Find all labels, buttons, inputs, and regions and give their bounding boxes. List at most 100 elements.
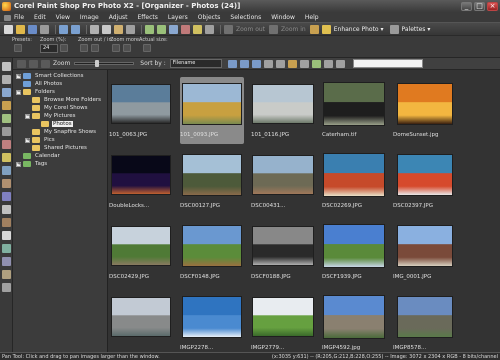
photo-thumbnail[interactable]: IMGP4592.jpg — [322, 290, 386, 352]
save-icon[interactable] — [28, 24, 37, 34]
red-eye-icon[interactable] — [181, 24, 190, 34]
enhance-photo-dropdown[interactable]: Enhance Photo ▾ — [334, 26, 384, 33]
photo-image[interactable] — [111, 84, 171, 124]
pan-tool-icon[interactable] — [2, 62, 11, 71]
nav-item[interactable]: Browse More Folders — [25, 96, 102, 104]
photo-thumbnail[interactable] — [109, 290, 173, 352]
warp-tool-icon[interactable] — [2, 270, 11, 279]
photo-image[interactable] — [397, 296, 453, 338]
nav-item[interactable]: + Pics — [25, 136, 56, 144]
nav-item[interactable]: Photos — [34, 120, 73, 128]
tree-expander-icon[interactable]: + — [16, 73, 21, 79]
photo-image[interactable] — [182, 83, 242, 125]
photo-thumbnail[interactable]: DSCF0148.JPG — [180, 219, 244, 286]
photo-image[interactable] — [397, 154, 453, 196]
pen-tool-icon[interactable] — [2, 257, 11, 266]
crop-icon[interactable] — [145, 24, 154, 34]
crop-tool-icon[interactable] — [2, 114, 11, 123]
photo-image[interactable] — [323, 295, 385, 339]
nav-item[interactable]: − My Pictures — [25, 112, 77, 120]
copy-icon[interactable] — [102, 24, 111, 34]
photo-image[interactable] — [252, 226, 314, 266]
makeover-tool-icon[interactable] — [2, 153, 11, 162]
photo-image[interactable] — [182, 225, 242, 267]
delete-icon[interactable] — [126, 24, 135, 34]
clone-tool-icon[interactable] — [2, 166, 11, 175]
photo-thumbnail[interactable]: IMG_0001.JPG — [393, 219, 457, 286]
cut-icon[interactable] — [90, 24, 99, 34]
menu-file[interactable]: File — [3, 14, 29, 21]
menu-objects[interactable]: Objects — [193, 14, 226, 21]
nav-item[interactable]: Calendar — [16, 152, 61, 160]
eraser-tool-icon[interactable] — [2, 205, 11, 214]
zoom-spin-icon[interactable] — [60, 44, 68, 52]
view-mode-icon[interactable] — [17, 59, 26, 68]
photo-thumbnail[interactable]: DSC02429.JPG — [109, 219, 173, 286]
photo-thumbnail[interactable]: 101_0093.JPG — [180, 77, 244, 144]
photo-thumbnail[interactable]: DSC00127.JPG — [180, 148, 244, 215]
menu-selections[interactable]: Selections — [225, 14, 266, 21]
layers-icon[interactable] — [205, 24, 214, 34]
presets-icon[interactable] — [14, 44, 22, 52]
one-step-fix-icon[interactable] — [193, 24, 202, 34]
menu-help[interactable]: Help — [300, 14, 324, 21]
nav-item[interactable]: − Folders — [16, 88, 56, 96]
search-input[interactable] — [352, 59, 423, 68]
select-all-icon[interactable] — [227, 59, 237, 68]
sort-by-select[interactable]: Filename — [169, 59, 222, 68]
photo-image[interactable] — [397, 225, 453, 267]
zoom-out-button[interactable] — [80, 44, 88, 52]
photo-thumbnail[interactable]: DSCF0188.JPG — [251, 219, 315, 286]
photo-thumbnail[interactable]: IMGP2779... — [251, 290, 315, 352]
nav-item[interactable]: + Smart Collections — [16, 72, 84, 80]
rotate-left-icon[interactable] — [239, 59, 249, 68]
zoom-in-label[interactable]: Zoom in — [281, 26, 306, 33]
nav-item[interactable]: All Photos — [16, 80, 63, 88]
folder-up-icon[interactable] — [29, 59, 38, 68]
pick-tool-icon[interactable] — [2, 75, 11, 84]
maximize-button[interactable]: □ — [474, 1, 485, 11]
actual-size-button[interactable] — [143, 44, 151, 52]
photo-image[interactable] — [111, 155, 171, 195]
menu-layers[interactable]: Layers — [163, 14, 193, 21]
photo-image[interactable] — [323, 224, 385, 268]
options-icon[interactable] — [335, 59, 345, 68]
delete-photo-icon[interactable] — [299, 59, 309, 68]
photo-image[interactable] — [323, 153, 385, 197]
nav-item[interactable]: + Tags — [16, 160, 48, 168]
redo-icon[interactable] — [71, 24, 80, 34]
text-tool-icon[interactable] — [2, 231, 11, 240]
photo-image[interactable] — [111, 297, 171, 337]
palettes-icon[interactable] — [389, 24, 399, 34]
rotate-right-icon[interactable] — [251, 59, 261, 68]
zoom-in-button[interactable] — [91, 44, 99, 52]
photo-image[interactable] — [252, 84, 314, 124]
menu-window[interactable]: Window — [266, 14, 300, 21]
zoom-out-label[interactable]: Zoom out — [236, 26, 265, 33]
zoom-more-in-button[interactable] — [123, 44, 131, 52]
refresh-icon[interactable] — [41, 59, 50, 68]
new-file-icon[interactable] — [4, 24, 13, 34]
share-icon[interactable] — [287, 59, 297, 68]
photo-thumbnail[interactable]: 101_0063.JPG — [109, 77, 173, 144]
photo-image[interactable] — [397, 83, 453, 125]
nav-item[interactable]: My Corel Shows — [25, 104, 88, 112]
tree-expander-icon[interactable]: − — [16, 89, 21, 95]
scratch-remover-icon[interactable] — [2, 179, 11, 188]
minimize-button[interactable]: _ — [461, 1, 472, 11]
rotate-icon[interactable] — [157, 24, 166, 34]
photo-thumbnail[interactable]: DSC02269.JPG — [322, 148, 386, 215]
photo-thumbnail[interactable]: Caterham.tif — [322, 77, 386, 144]
photo-thumbnail[interactable]: DSC02397.JPG — [393, 148, 457, 215]
photo-thumbnail[interactable]: IMGP2278... — [180, 290, 244, 352]
menu-image[interactable]: Image — [75, 14, 104, 21]
print-photo-icon[interactable] — [275, 59, 285, 68]
tree-expander-icon[interactable]: + — [25, 137, 30, 143]
email-icon[interactable] — [263, 59, 273, 68]
selection-tool-icon[interactable] — [2, 88, 11, 97]
photo-image[interactable] — [182, 154, 242, 196]
menu-adjust[interactable]: Adjust — [104, 14, 133, 21]
paint-brush-icon[interactable] — [2, 192, 11, 201]
paste-icon[interactable] — [114, 24, 123, 34]
straighten-tool-icon[interactable] — [2, 127, 11, 136]
